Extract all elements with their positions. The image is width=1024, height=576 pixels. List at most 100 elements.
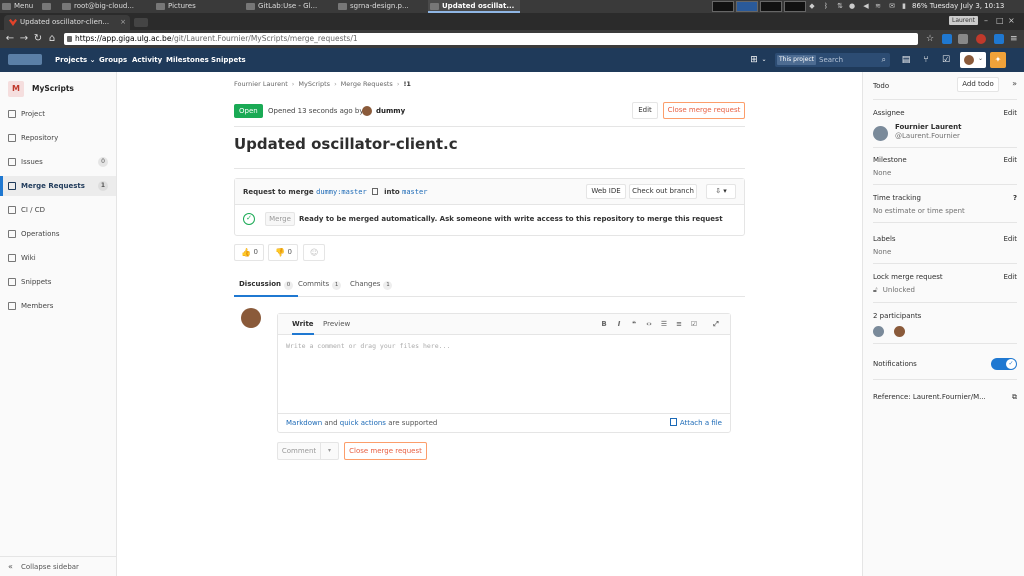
breadcrumb-current[interactable]: !1 [403,80,411,88]
nav-snippets[interactable]: Snippets [211,48,246,72]
nav-projects[interactable]: Projects ⌄ [55,48,96,72]
quick-actions-link[interactable]: quick actions [340,419,386,427]
assignee-avatar[interactable] [873,126,888,141]
sidebar-item-snippets[interactable]: Snippets [0,272,116,292]
sidebar-item-issues[interactable]: Issues 0 [0,152,116,172]
minimize-icon[interactable]: – [984,16,992,25]
sidebar-item-merge-requests[interactable]: Merge Requests 1 [0,176,116,196]
comment-button[interactable]: Comment [277,442,321,460]
close-merge-request-button[interactable]: Close merge request [663,102,745,119]
extension-mail-icon[interactable] [942,34,952,44]
files-launcher[interactable] [40,0,54,13]
browser-menu-icon[interactable]: ≡ [1010,34,1020,44]
comment-type-dropdown[interactable]: ▾ [320,442,339,460]
numbered-list-icon[interactable]: ≡ [674,319,684,329]
quote-icon[interactable]: ❝ [629,319,639,329]
extension-record-icon[interactable] [976,34,986,44]
copy-icon[interactable] [371,188,378,195]
download-dropdown-button[interactable]: ⇩ ▾ [706,184,736,199]
sidebar-item-ci-cd[interactable]: CI / CD [0,200,116,220]
sidebar-item-members[interactable]: Members [0,296,116,316]
assignee-edit-link[interactable]: Edit [1003,108,1017,118]
copy-reference-icon[interactable]: ⧉ [1012,392,1017,402]
merge-button[interactable]: Merge [265,212,295,226]
notifications-toggle[interactable]: ✓ [991,358,1017,370]
tab-close-icon[interactable]: × [120,15,126,30]
tab-changes[interactable]: Changes 1 [350,273,393,297]
thumbs-down-button[interactable]: 👎 0 [268,244,298,261]
target-branch[interactable]: master [402,188,427,196]
menu-button[interactable]: Menu [0,0,38,13]
merge-requests-icon[interactable]: ⑂ [920,54,932,66]
nav-groups[interactable]: Groups [99,48,127,72]
home-icon[interactable]: ⌂ [46,32,58,46]
new-tab-button[interactable] [134,18,148,27]
clock[interactable]: 86% Tuesday July 3, 10:13 [912,0,1004,13]
chevron-down-icon[interactable]: ⌄ [758,54,770,66]
url-bar[interactable]: https://app.giga.ulg.ac.be/git/Laurent.F… [64,33,918,45]
breadcrumb-item[interactable]: Fournier Laurent [234,80,288,88]
taskbar-item-sgrna[interactable]: sgrna-design.p... [336,0,426,13]
taskbar-item-browser[interactable]: Updated oscillat... [428,0,520,13]
attach-file-button[interactable]: Attach a file [669,414,722,432]
add-reaction-button[interactable]: ☺ [303,244,325,261]
author-link[interactable]: dummy [376,104,405,118]
add-todo-button[interactable]: Add todo [957,77,999,92]
window-close-icon[interactable]: × [1008,16,1016,25]
lock-edit-link[interactable]: Edit [1003,272,1017,282]
browser-tab[interactable]: Updated oscillator-clien... × [4,15,130,30]
network-icon[interactable]: ⇅ [836,2,844,11]
taskbar-item-gitlab-doc[interactable]: GitLab:Use - Gl... [244,0,334,13]
gitlab-logo[interactable] [8,54,42,65]
mail-icon[interactable]: ✉ [888,2,896,11]
nav-activity[interactable]: Activity [132,48,162,72]
expand-sidebar-icon[interactable]: » [1012,79,1017,88]
wifi-icon[interactable]: ≋ [874,2,882,11]
bookmark-star-icon[interactable]: ☆ [926,34,936,44]
maximize-icon[interactable]: □ [996,16,1004,25]
tab-commits[interactable]: Commits 1 [298,273,342,297]
breadcrumb-item[interactable]: MyScripts [298,80,330,88]
user-menu-button[interactable]: ⌄ [960,52,986,68]
current-user-avatar[interactable] [241,308,261,328]
participant-avatar[interactable] [894,326,905,337]
tab-write[interactable]: Write [292,314,314,335]
sidebar-item-wiki[interactable]: Wiki [0,248,116,268]
search-input[interactable] [819,53,879,67]
collapse-sidebar-button[interactable]: «Collapse sidebar [0,556,116,576]
battery-icon[interactable]: ▮ [900,2,908,11]
tab-discussion[interactable]: Discussion 0 [234,273,299,297]
reload-icon[interactable]: ↻ [32,32,44,46]
author-avatar[interactable] [362,106,372,116]
volume-icon[interactable]: ◀ [862,2,870,11]
search-scope-badge[interactable]: This project [777,55,816,65]
extension-puzzle-icon[interactable] [994,34,1004,44]
labels-edit-link[interactable]: Edit [1003,234,1017,244]
comment-textarea[interactable] [286,342,722,408]
help-icon[interactable]: ? [1013,193,1017,203]
edit-button[interactable]: Edit [632,102,658,119]
milestone-edit-link[interactable]: Edit [1003,155,1017,165]
markdown-link[interactable]: Markdown [286,419,322,427]
profile-badge[interactable]: Laurent [948,16,978,25]
sync-icon[interactable]: ● [848,2,856,11]
web-ide-button[interactable]: Web IDE [586,184,626,199]
taskbar-item-pictures[interactable]: Pictures [154,0,242,13]
check-out-branch-button[interactable]: Check out branch [629,184,697,199]
code-icon[interactable]: ‹› [644,319,654,329]
sidebar-item-operations[interactable]: Operations [0,224,116,244]
todos-icon[interactable]: ☑ [940,54,952,66]
search-icon[interactable]: ⌕ [882,55,886,65]
extension-download-icon[interactable] [958,34,968,44]
participant-avatar[interactable] [873,326,884,337]
italic-icon[interactable]: I [614,319,624,329]
task-list-icon[interactable]: ☑ [689,319,699,329]
close-merge-request-button-bottom[interactable]: Close merge request [344,442,427,460]
sidebar-item-repository[interactable]: Repository [0,128,116,148]
shield-icon[interactable]: ◆ [808,2,816,11]
breadcrumb-item[interactable]: Merge Requests [341,80,393,88]
forward-icon[interactable]: → [18,32,30,46]
sidebar-item-project[interactable]: Project [0,104,116,124]
project-avatar[interactable]: M [8,81,24,97]
back-icon[interactable]: ← [4,32,16,46]
